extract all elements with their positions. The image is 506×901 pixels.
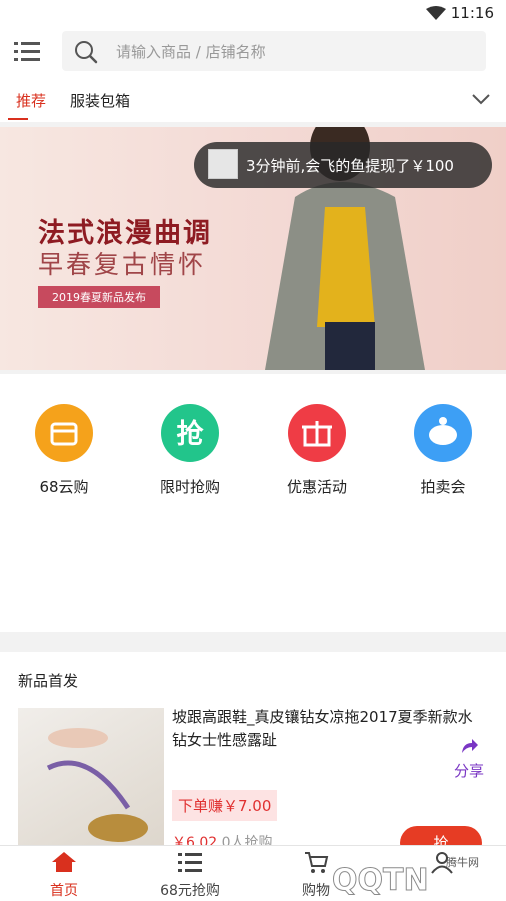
qqtn-watermark-logo: QQTN 腾牛网 xyxy=(332,855,480,898)
svg-text:腾牛网: 腾牛网 xyxy=(446,855,479,869)
chevron-down-icon[interactable] xyxy=(472,92,490,106)
wifi-icon xyxy=(426,6,446,20)
svg-text:抢: 抢 xyxy=(177,418,205,450)
category-menu-icon[interactable] xyxy=(14,40,40,62)
entry-68-cloud-buy[interactable]: 68云购 xyxy=(14,404,114,497)
entry-label: 优惠活动 xyxy=(286,478,347,496)
clock: 11:16 xyxy=(450,4,494,22)
toast-avatar xyxy=(208,149,238,179)
share-button[interactable]: 分享 xyxy=(454,736,484,781)
entry-label: 拍卖会 xyxy=(420,478,466,496)
search-icon xyxy=(75,41,98,64)
nav-home[interactable]: 首页 xyxy=(4,850,124,900)
entry-auction[interactable]: 拍卖会 xyxy=(393,404,493,497)
product-image[interactable] xyxy=(18,708,164,848)
tab-recommend[interactable]: 推荐 xyxy=(16,90,46,111)
product-title[interactable]: 坡跟高跟鞋_真皮镶钻女凉拖2017夏季新款水钻女士性感露趾 xyxy=(172,706,482,752)
withdrawal-toast: 3分钟前,会飞的鱼提现了￥100 xyxy=(194,142,492,188)
grab-icon: 抢 xyxy=(161,404,219,462)
share-icon xyxy=(454,736,484,760)
svg-text:QQTN: QQTN xyxy=(332,863,429,898)
category-tabs: 推荐 服装包箱 xyxy=(0,78,506,122)
quick-entry-grid: 68云购 抢 限时抢购 优惠活动 拍卖会 xyxy=(0,374,506,632)
toast-message: 3分钟前,会飞的鱼提现了￥100 xyxy=(246,157,454,175)
section-title: 新品首发 xyxy=(18,672,79,690)
nav-68-flash-buy[interactable]: 68元抢购 xyxy=(130,850,250,900)
banner-tag: 2019春夏新品发布 xyxy=(38,286,160,308)
nav-label: 首页 xyxy=(50,883,78,899)
search-input[interactable]: 请输入商品 / 店铺名称 xyxy=(62,31,486,71)
search-header: 请输入商品 / 店铺名称 xyxy=(0,26,506,78)
earn-badge: 下单赚￥7.00 xyxy=(172,790,278,821)
share-label: 分享 xyxy=(453,762,484,780)
gift-icon xyxy=(288,404,346,462)
entry-flash-sale[interactable]: 抢 限时抢购 xyxy=(140,404,240,497)
search-placeholder: 请输入商品 / 店铺名称 xyxy=(116,43,266,61)
store-icon xyxy=(35,404,93,462)
piggy-bank-icon xyxy=(414,404,472,462)
entry-label: 限时抢购 xyxy=(159,478,220,496)
entry-promotions[interactable]: 优惠活动 xyxy=(267,404,367,497)
home-icon xyxy=(52,852,76,872)
list-icon xyxy=(178,853,202,872)
status-bar: 11:16 xyxy=(0,0,506,26)
entry-label: 68云购 xyxy=(39,478,89,496)
nav-label: 68元抢购 xyxy=(160,883,220,899)
new-arrivals-section: 新品首发 坡跟高跟鞋_真皮镶钻女凉拖2017夏季新款水钻女士性感露趾 分享 下单… xyxy=(0,652,506,860)
banner-subtitle: 早春复古情怀 xyxy=(38,250,207,279)
tab-clothing-bags[interactable]: 服装包箱 xyxy=(70,90,130,111)
active-tab-indicator xyxy=(8,118,28,120)
